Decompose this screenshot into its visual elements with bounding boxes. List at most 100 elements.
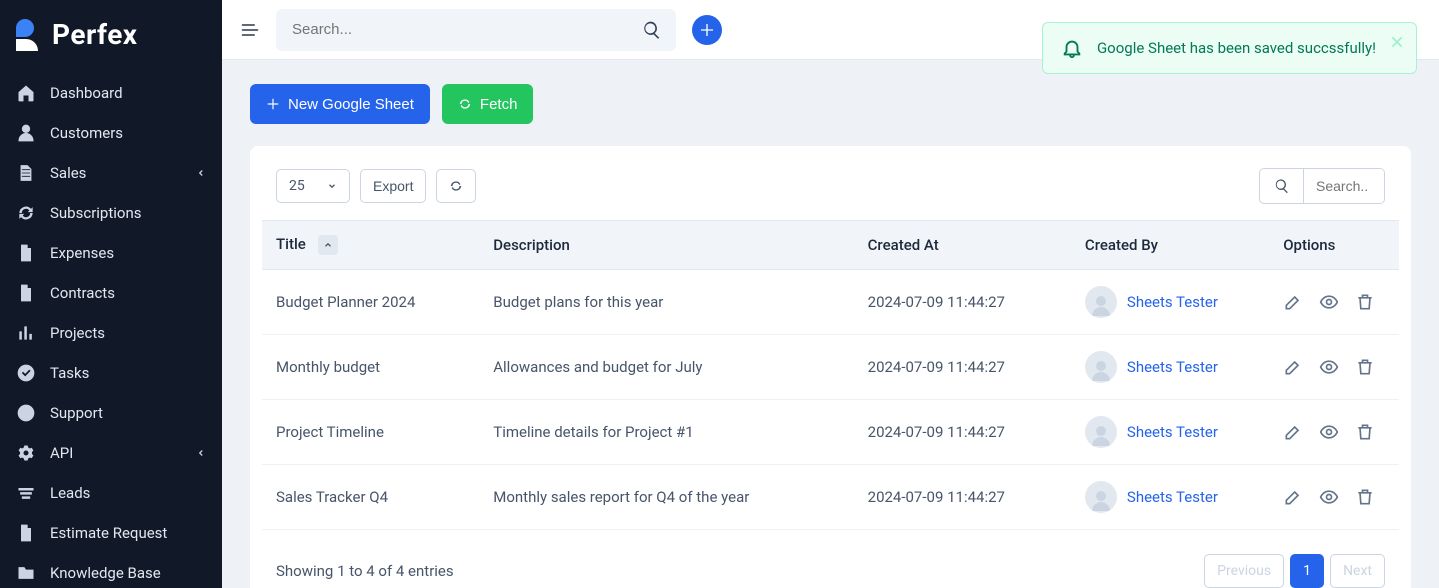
sidebar-item-leads[interactable]: Leads: [0, 473, 222, 513]
export-button[interactable]: Export: [360, 169, 426, 203]
eye-icon[interactable]: [1319, 422, 1339, 442]
edit-icon[interactable]: [1283, 292, 1303, 312]
cogs-icon: [16, 443, 36, 463]
sidebar-item-support[interactable]: Support: [0, 393, 222, 433]
table-info: Showing 1 to 4 of 4 entries: [276, 562, 454, 580]
sidebar-item-label: Support: [50, 404, 103, 422]
sidebar-item-label: Contracts: [50, 284, 115, 302]
sidebar-item-subscriptions[interactable]: Subscriptions: [0, 193, 222, 233]
table-refresh-button[interactable]: [436, 169, 476, 203]
page-size-value: 25: [289, 178, 305, 194]
user-link[interactable]: Sheets Tester: [1127, 488, 1218, 506]
user-link[interactable]: Sheets Tester: [1127, 423, 1218, 441]
edit-icon[interactable]: [1283, 357, 1303, 377]
new-google-sheet-button[interactable]: New Google Sheet: [250, 84, 430, 124]
export-label: Export: [373, 178, 413, 194]
home-icon: [16, 83, 36, 103]
file-icon: [16, 283, 36, 303]
folder-icon: [16, 563, 36, 583]
chevron-down-icon: [327, 181, 337, 191]
toast-message: Google Sheet has been saved succssfully!: [1097, 39, 1376, 57]
table-row: Monthly budgetAllowances and budget for …: [262, 335, 1399, 400]
user-link[interactable]: Sheets Tester: [1127, 358, 1218, 376]
sidebar-item-label: Tasks: [50, 364, 89, 382]
next-button[interactable]: Next: [1330, 554, 1385, 588]
chart-icon: [16, 323, 36, 343]
search-icon[interactable]: [1260, 169, 1304, 203]
sidebar-item-knowledge-base[interactable]: Knowledge Base: [0, 553, 222, 588]
sidebar-item-label: API: [50, 444, 73, 462]
sidebar-item-label: Customers: [50, 124, 123, 142]
user-link[interactable]: Sheets Tester: [1127, 293, 1218, 311]
sidebar-item-expenses[interactable]: Expenses: [0, 233, 222, 273]
refresh-icon: [449, 179, 463, 193]
trash-icon[interactable]: [1355, 422, 1375, 442]
quick-add-button[interactable]: [692, 15, 722, 45]
trash-icon[interactable]: [1355, 292, 1375, 312]
cell-options: [1269, 465, 1399, 530]
search-icon[interactable]: [642, 20, 662, 40]
search-input[interactable]: [276, 9, 676, 51]
sheets-table: Title Description Created At Created By …: [262, 220, 1399, 530]
col-created-at[interactable]: Created At: [854, 221, 1071, 270]
edit-icon[interactable]: [1283, 422, 1303, 442]
cell-options: [1269, 400, 1399, 465]
col-description[interactable]: Description: [479, 221, 853, 270]
refresh-icon: [16, 203, 36, 223]
logo[interactable]: Perfex: [0, 0, 222, 69]
plus-icon: [699, 22, 715, 38]
eye-icon[interactable]: [1319, 292, 1339, 312]
sidebar-item-tasks[interactable]: Tasks: [0, 353, 222, 393]
sidebar-item-dashboard[interactable]: Dashboard: [0, 73, 222, 113]
avatar: [1085, 416, 1117, 448]
cell-description: Budget plans for this year: [479, 270, 853, 335]
life-icon: [16, 403, 36, 423]
sidebar-item-contracts[interactable]: Contracts: [0, 273, 222, 313]
sidebar-item-api[interactable]: API: [0, 433, 222, 473]
chevron-left-icon: [196, 168, 206, 178]
cell-title: Monthly budget: [262, 335, 479, 400]
eye-icon[interactable]: [1319, 357, 1339, 377]
sidebar-item-label: Estimate Request: [50, 524, 167, 542]
cell-created-by: Sheets Tester: [1071, 335, 1269, 400]
fetch-button[interactable]: Fetch: [442, 84, 534, 124]
sidebar-item-label: Sales: [50, 164, 86, 182]
cell-description: Timeline details for Project #1: [479, 400, 853, 465]
menu-toggle-icon[interactable]: [240, 20, 260, 40]
trash-icon[interactable]: [1355, 487, 1375, 507]
sidebar-item-sales[interactable]: Sales: [0, 153, 222, 193]
page-1-button[interactable]: 1: [1290, 554, 1324, 588]
plus-icon: [266, 97, 280, 111]
cell-title: Budget Planner 2024: [262, 270, 479, 335]
cell-created-by: Sheets Tester: [1071, 270, 1269, 335]
col-options: Options: [1269, 221, 1399, 270]
avatar: [1085, 286, 1117, 318]
sidebar-item-label: Expenses: [50, 244, 114, 262]
sidebar-item-label: Leads: [50, 484, 90, 502]
sheets-card: 25 Export Title: [250, 146, 1411, 588]
cell-created-by: Sheets Tester: [1071, 400, 1269, 465]
eye-icon[interactable]: [1319, 487, 1339, 507]
doc-icon: [16, 163, 36, 183]
prev-button[interactable]: Previous: [1204, 554, 1284, 588]
table-search-input[interactable]: [1304, 169, 1384, 203]
sidebar-item-estimate-request[interactable]: Estimate Request: [0, 513, 222, 553]
sidebar: Perfex Dashboard Customers Sales Subscripti…: [0, 0, 222, 588]
global-search: [276, 9, 676, 51]
fetch-label: Fetch: [480, 96, 518, 113]
cell-created-at: 2024-07-09 11:44:27: [854, 465, 1071, 530]
close-icon[interactable]: [1390, 35, 1404, 49]
action-bar: New Google Sheet Fetch: [250, 84, 1411, 124]
edit-icon[interactable]: [1283, 487, 1303, 507]
sort-asc-icon[interactable]: [318, 235, 338, 255]
bell-icon: [1061, 37, 1083, 59]
sidebar-item-customers[interactable]: Customers: [0, 113, 222, 153]
cell-description: Monthly sales report for Q4 of the year: [479, 465, 853, 530]
table-row: Project TimelineTimeline details for Pro…: [262, 400, 1399, 465]
check-icon: [16, 363, 36, 383]
page-size-select[interactable]: 25: [276, 169, 350, 203]
sidebar-item-projects[interactable]: Projects: [0, 313, 222, 353]
trash-icon[interactable]: [1355, 357, 1375, 377]
col-created-by[interactable]: Created By: [1071, 221, 1269, 270]
col-title[interactable]: Title: [262, 221, 479, 270]
